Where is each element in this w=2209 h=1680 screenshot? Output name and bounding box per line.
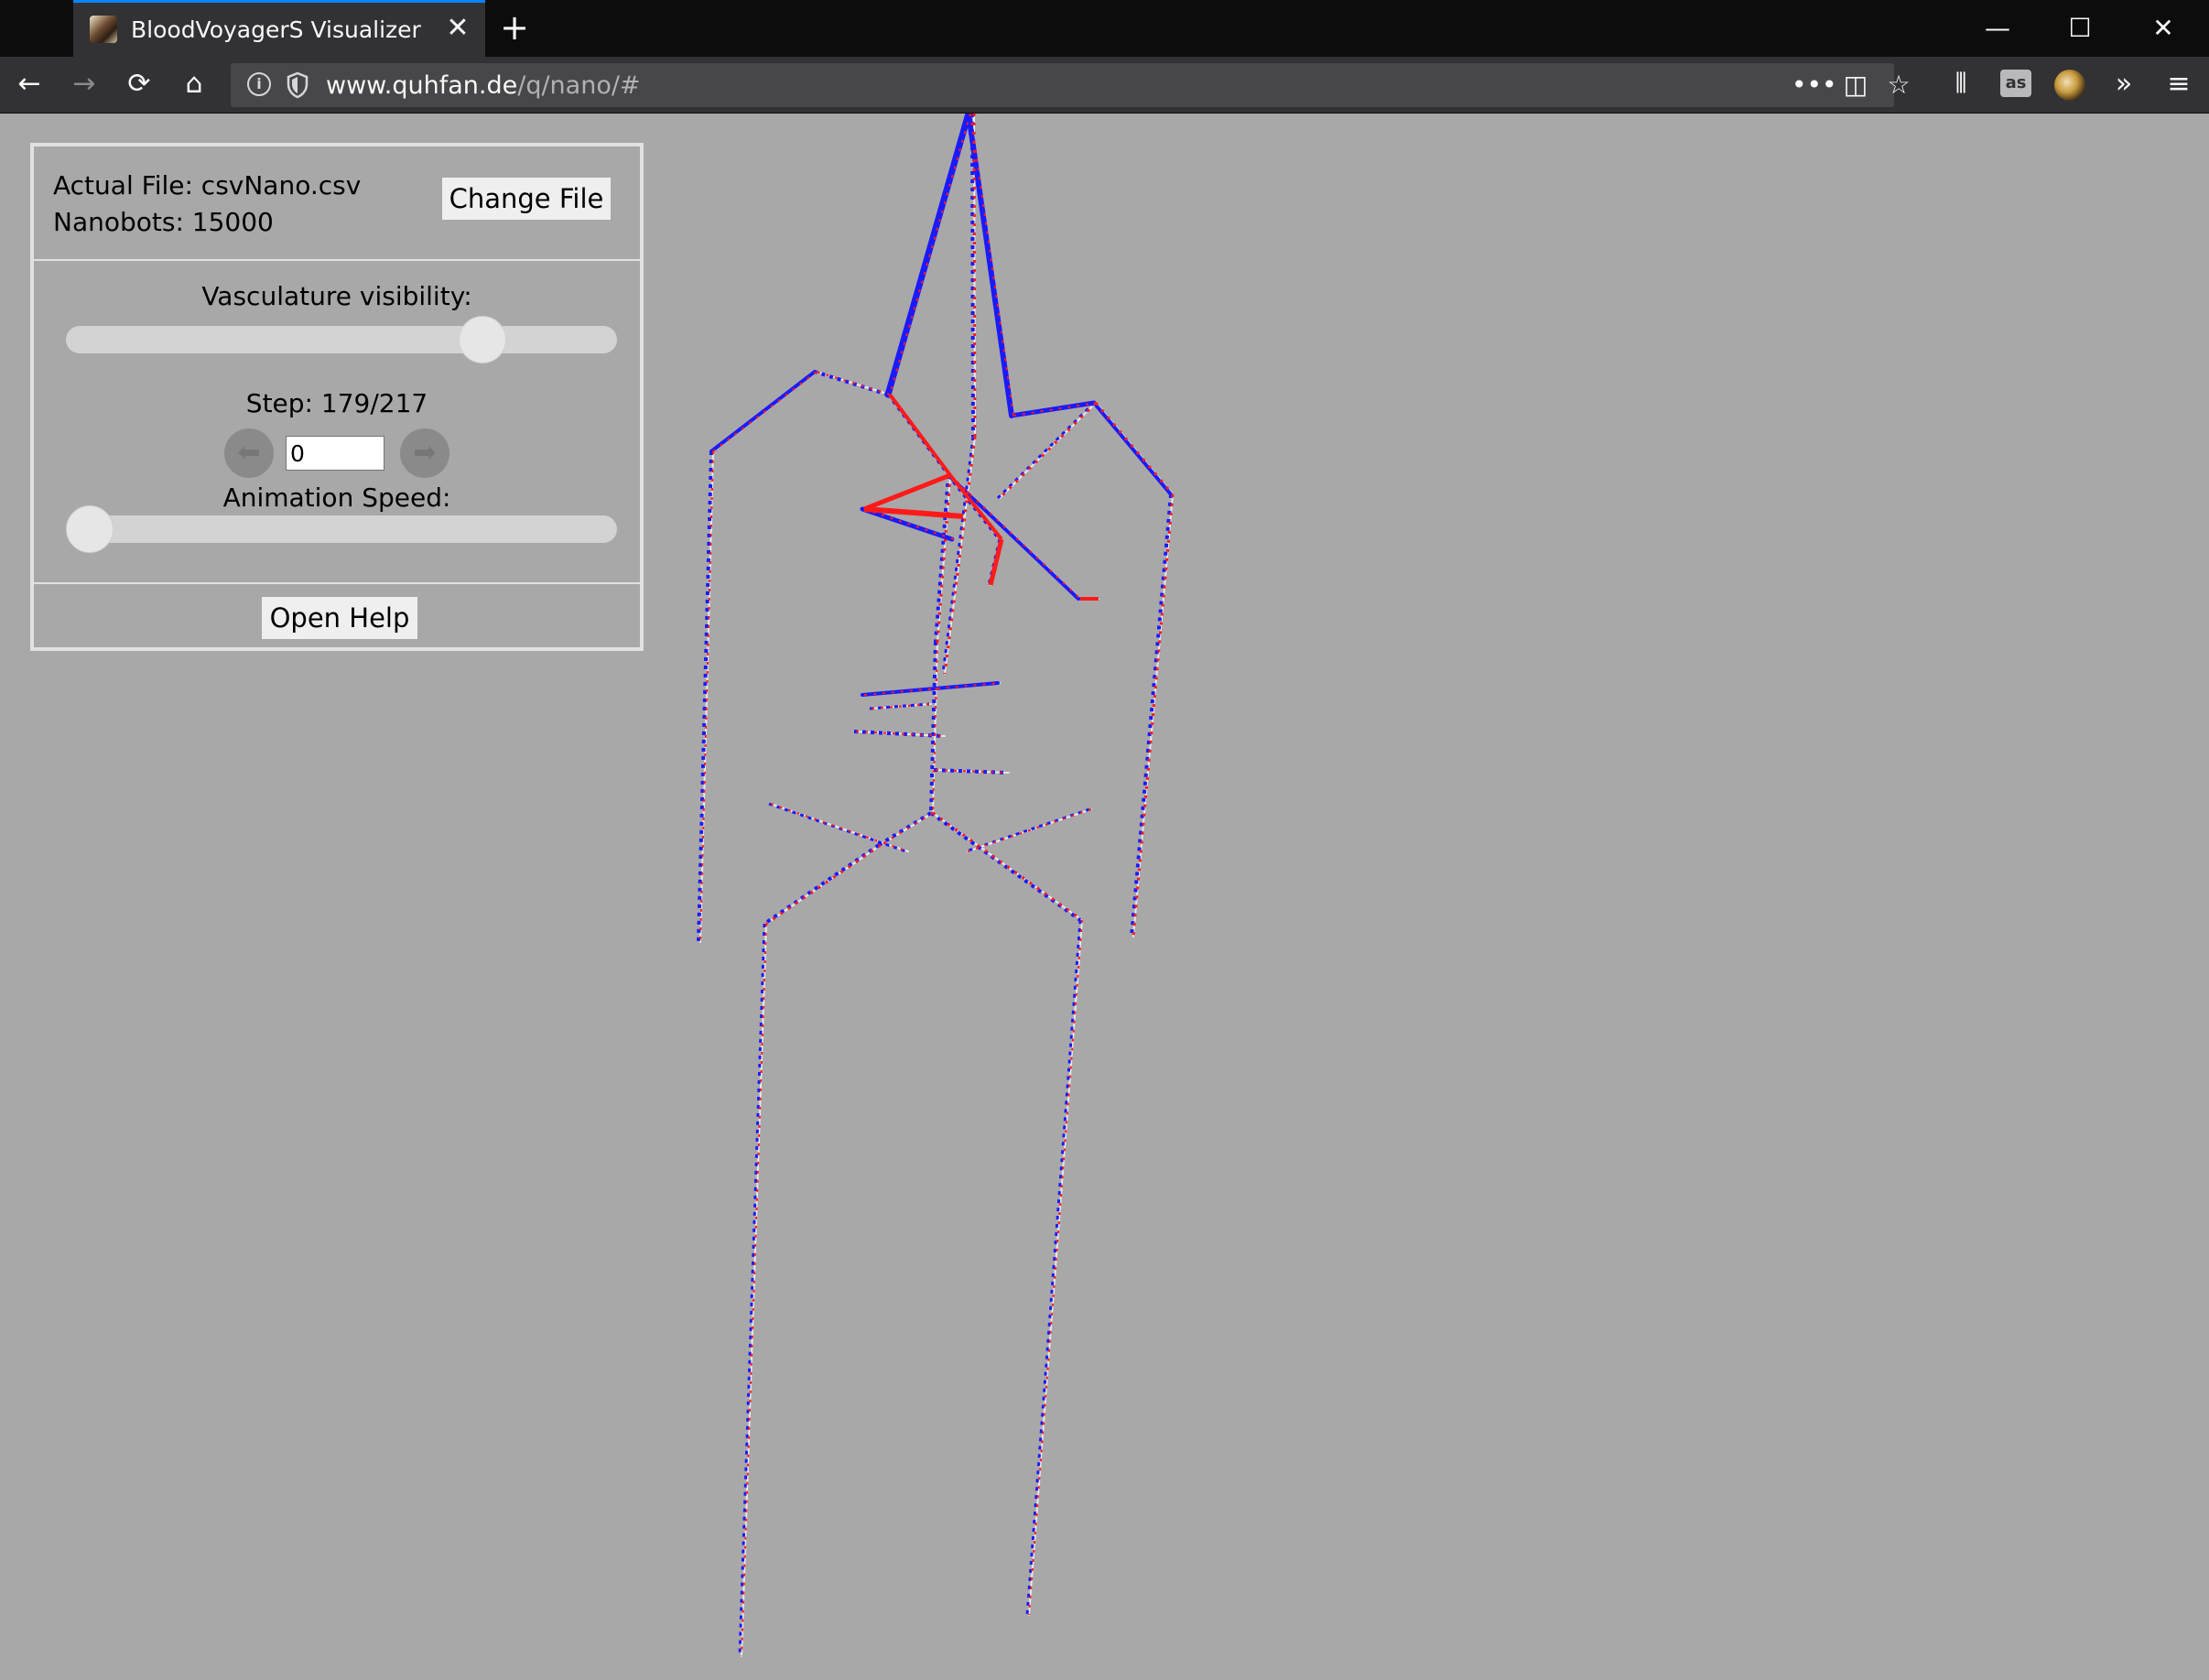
new-tab-icon[interactable]: +: [496, 9, 533, 46]
previous-step-icon[interactable]: ⬅: [224, 428, 274, 478]
minimize-icon[interactable]: —: [1956, 0, 2039, 57]
animation-speed-label: Animation Speed:: [222, 482, 451, 513]
vessel-network: [699, 114, 1174, 1657]
nanobot-trail-blue: [1130, 493, 1173, 938]
lastfm-icon[interactable]: as: [2000, 70, 2031, 97]
change-file-button[interactable]: Change File: [442, 178, 611, 220]
nanobot-trail-blue: [709, 370, 817, 453]
nanobot-trail-red: [1132, 493, 1175, 938]
divider: [34, 582, 640, 584]
avatar-icon[interactable]: [2054, 70, 2085, 101]
overflow-icon[interactable]: »: [2104, 64, 2144, 104]
browser-nav-bar: ← → ⟳ ⌂ i www.quhfan.de/q/nano/# ••• ◫ ☆…: [0, 57, 2209, 114]
animation-speed-slider[interactable]: [66, 505, 617, 553]
hamburger-icon[interactable]: ≡: [2159, 64, 2199, 104]
open-help-button[interactable]: Open Help: [262, 597, 417, 639]
shield-icon[interactable]: [286, 71, 309, 99]
next-step-icon[interactable]: ➡: [400, 428, 449, 478]
nanobot-trail-blue: [934, 474, 950, 643]
slider-thumb[interactable]: [66, 505, 114, 553]
slider-thumb[interactable]: [459, 316, 506, 363]
vasculature-visibility-label: Vasculature visibility:: [201, 281, 472, 311]
step-input[interactable]: [286, 436, 384, 471]
nanobot-trail-blue: [929, 811, 1082, 922]
nanobot-trail-blue: [1092, 401, 1173, 496]
home-icon[interactable]: ⌂: [174, 64, 214, 104]
url-host: www.quhfan.de: [326, 71, 518, 100]
close-window-icon[interactable]: ✕: [2122, 0, 2204, 57]
divider: [34, 259, 640, 261]
nanobots-blue: [697, 114, 1173, 1657]
nanobots-red: [699, 114, 1175, 1657]
nanobot-trail-red: [741, 923, 767, 1657]
nanobots-count-label: Nanobots: 15000: [53, 207, 274, 237]
close-tab-icon[interactable]: ✕: [441, 12, 474, 45]
nanobot-trail-blue: [884, 114, 972, 398]
nanobot-trail-blue: [877, 811, 933, 847]
browser-tab[interactable]: BloodVoyagerS Visualizer ✕: [73, 0, 485, 57]
actual-file-label: Actual File: csvNano.csv: [53, 170, 362, 201]
reload-icon[interactable]: ⟳: [119, 64, 159, 104]
nanobot-trail-red: [932, 811, 1083, 922]
nanobot-trail-red: [863, 472, 951, 512]
step-label: Step: 179/217: [245, 388, 428, 418]
nanobot-trail-blue: [738, 923, 766, 1657]
url-text[interactable]: www.quhfan.de/q/nano/#: [326, 71, 641, 100]
nanobot-trail-red: [816, 371, 891, 396]
url-path: /q/nano/#: [517, 71, 641, 100]
nanobot-trail-blue: [1025, 919, 1082, 1616]
info-icon[interactable]: i: [247, 72, 271, 96]
nanobot-trail-red: [967, 808, 1092, 852]
back-icon[interactable]: ←: [9, 64, 49, 104]
visualizer-viewport[interactable]: Actual File: csvNano.csv Nanobots: 15000…: [0, 114, 2209, 1680]
pocket-icon[interactable]: ◫: [1837, 67, 1874, 103]
maximize-icon[interactable]: ☐: [2039, 0, 2121, 57]
browser-title-bar: BloodVoyagerS Visualizer ✕ + — ☐ ✕: [0, 0, 2209, 57]
control-panel: Actual File: csvNano.csv Nanobots: 15000…: [30, 143, 644, 651]
tab-title: BloodVoyagerS Visualizer: [131, 16, 421, 43]
nanobot-trail-red: [888, 393, 952, 477]
more-icon[interactable]: •••: [1792, 67, 1837, 103]
nanobot-trail-red: [712, 371, 818, 452]
forward-icon[interactable]: →: [64, 64, 104, 104]
favicon-icon: [90, 16, 117, 43]
nanobot-trail-red: [948, 473, 1003, 541]
nanobot-trail-blue: [697, 450, 713, 943]
url-bar[interactable]: i www.quhfan.de/q/nano/# ••• ◫ ☆: [231, 63, 1911, 107]
library-icon[interactable]: ⫴: [1941, 64, 1981, 104]
star-icon[interactable]: ☆: [1880, 67, 1917, 103]
nanobot-trail-red: [988, 538, 1004, 586]
vasculature-visibility-slider[interactable]: [66, 316, 617, 363]
